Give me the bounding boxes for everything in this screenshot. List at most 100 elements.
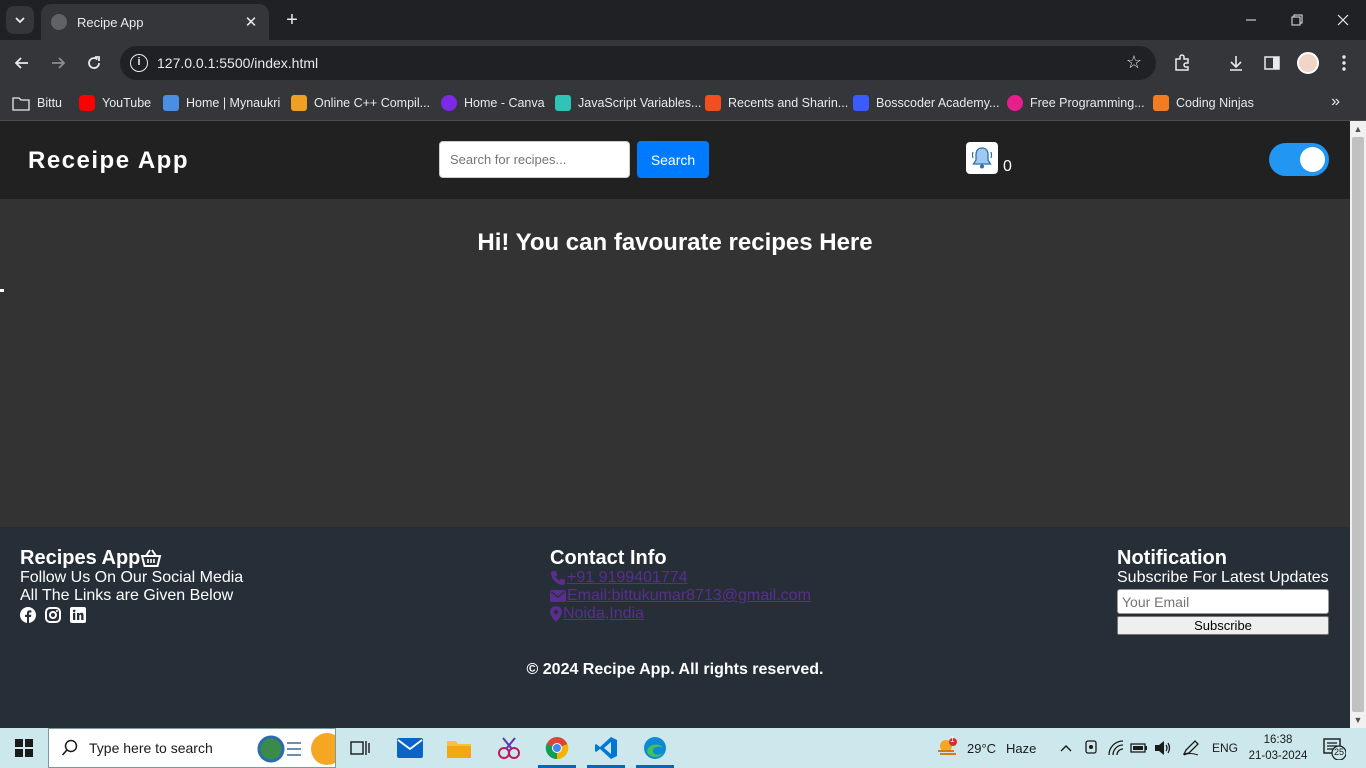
bookmark-item[interactable]: Bittu bbox=[12, 93, 62, 113]
taskbar-app-snipping[interactable] bbox=[486, 728, 532, 768]
language-text: ENG bbox=[1212, 741, 1239, 755]
show-hidden-icons[interactable] bbox=[1060, 728, 1072, 768]
linkedin-icon[interactable] bbox=[70, 607, 86, 623]
meet-now-icon[interactable] bbox=[1084, 728, 1098, 768]
footer-contact-title: Contact Info bbox=[550, 547, 667, 569]
scroll-marker bbox=[0, 289, 4, 292]
pen-menu-icon[interactable] bbox=[1182, 728, 1200, 768]
globe-icon bbox=[51, 14, 67, 30]
bookmark-star-icon[interactable]: ☆ bbox=[1126, 52, 1142, 73]
task-view-icon bbox=[350, 741, 370, 755]
notification-bell-button[interactable] bbox=[966, 142, 998, 174]
social-links bbox=[20, 607, 243, 623]
recipe-search-input[interactable] bbox=[439, 141, 630, 178]
footer-about: Recipes App Follow Us On Our Social Medi… bbox=[20, 547, 243, 623]
location-link[interactable]: Noida,India bbox=[550, 605, 811, 623]
scroll-thumb[interactable] bbox=[1352, 137, 1364, 712]
canva-icon bbox=[441, 95, 457, 111]
arrow-right-icon bbox=[52, 57, 66, 69]
info-icon[interactable]: i bbox=[130, 54, 148, 72]
email-link[interactable]: Email:bittukumar8713@gmail.com bbox=[550, 587, 811, 605]
instagram-icon[interactable] bbox=[45, 607, 61, 623]
network-icon[interactable] bbox=[1108, 728, 1124, 768]
vscode-icon bbox=[595, 737, 617, 759]
taskbar-search-placeholder: Type here to search bbox=[89, 740, 213, 756]
taskbar-app-chrome[interactable] bbox=[534, 728, 580, 768]
facebook-icon[interactable] bbox=[20, 607, 36, 623]
more-bookmarks-icon[interactable]: » bbox=[1331, 93, 1340, 111]
side-panel-icon[interactable] bbox=[1260, 51, 1284, 75]
figma-icon bbox=[705, 95, 721, 111]
close-window-button[interactable] bbox=[1320, 0, 1366, 40]
weather-haze-icon bbox=[938, 738, 957, 755]
phone-link[interactable]: +91 9199401774 bbox=[550, 569, 811, 587]
taskbar-app-vscode[interactable] bbox=[583, 728, 629, 768]
taskbar-app-edge[interactable] bbox=[632, 728, 678, 768]
bookmark-item[interactable]: Bosscoder Academy... bbox=[853, 93, 999, 113]
forward-button[interactable] bbox=[44, 49, 72, 77]
notification-center-button[interactable]: 25 bbox=[1322, 736, 1347, 761]
start-button[interactable] bbox=[0, 728, 48, 768]
browser-tab[interactable]: Recipe App ✕ bbox=[41, 4, 269, 40]
taskbar-search-box[interactable]: Type here to search bbox=[48, 728, 336, 768]
page-scrollbar[interactable]: ▲ ▼ bbox=[1350, 121, 1366, 728]
bookmark-label: Bosscoder Academy... bbox=[876, 96, 1000, 110]
scroll-up-arrow-icon[interactable]: ▲ bbox=[1350, 121, 1366, 137]
bosscoder-icon bbox=[853, 95, 869, 111]
subscribe-email-input[interactable] bbox=[1117, 589, 1329, 614]
search-button[interactable]: Search bbox=[637, 141, 709, 178]
taskbar-app-mail[interactable] bbox=[387, 728, 433, 768]
task-view-button[interactable] bbox=[337, 728, 383, 768]
restore-icon bbox=[1291, 14, 1303, 26]
close-icon bbox=[1337, 14, 1349, 26]
minimize-button[interactable] bbox=[1228, 0, 1274, 40]
bookmarks-bar: Bittu YouTube Home | Mynaukri Online C++… bbox=[0, 86, 1366, 121]
language-indicator[interactable]: ENG bbox=[1212, 728, 1238, 768]
scroll-down-arrow-icon[interactable]: ▼ bbox=[1350, 712, 1366, 728]
volume-icon[interactable] bbox=[1154, 728, 1172, 768]
close-tab-icon[interactable]: ✕ bbox=[243, 13, 259, 31]
new-tab-button[interactable]: + bbox=[280, 8, 304, 32]
bookmark-label: Home - Canva bbox=[464, 96, 545, 110]
profile-avatar[interactable] bbox=[1297, 52, 1319, 74]
bookmark-label: Coding Ninjas bbox=[1176, 96, 1254, 110]
bookmark-item[interactable]: Recents and Sharin... bbox=[705, 93, 848, 113]
phone-text: +91 9199401774 bbox=[567, 569, 688, 586]
bookmark-item[interactable]: Coding Ninjas bbox=[1153, 93, 1254, 113]
bookmark-item[interactable]: JavaScript Variables... bbox=[555, 93, 701, 113]
bookmark-item[interactable]: Free Programming... bbox=[1007, 93, 1145, 113]
url-text: 127.0.0.1:5500/index.html bbox=[157, 55, 319, 71]
favourites-heading: Hi! You can favourate recipes Here bbox=[477, 229, 873, 256]
tab-search-button[interactable] bbox=[6, 6, 34, 34]
bookmark-item[interactable]: Home - Canva bbox=[441, 93, 545, 113]
taskbar-app-file-explorer[interactable] bbox=[436, 728, 482, 768]
menu-kebab-icon[interactable] bbox=[1332, 51, 1356, 75]
weather-widget[interactable]: 1 29°C Haze bbox=[936, 728, 1036, 768]
footer-social-line2: All The Links are Given Below bbox=[20, 587, 234, 604]
location-text: Noida,India bbox=[563, 605, 644, 622]
notification-count: 0 bbox=[1003, 158, 1012, 175]
bookmark-item[interactable]: Home | Mynaukri bbox=[163, 93, 280, 113]
address-bar[interactable]: i 127.0.0.1:5500/index.html ☆ bbox=[120, 46, 1156, 80]
theme-toggle[interactable] bbox=[1269, 143, 1329, 176]
app-brand[interactable]: Receipe App bbox=[28, 147, 189, 175]
reload-button[interactable] bbox=[80, 49, 108, 77]
subscribe-button[interactable]: Subscribe bbox=[1117, 616, 1329, 635]
reload-icon bbox=[88, 56, 100, 69]
footer-social-line1: Follow Us On Our Social Media bbox=[20, 569, 244, 586]
bookmark-item[interactable]: Online C++ Compil... bbox=[291, 93, 430, 113]
chevron-down-icon bbox=[15, 17, 25, 24]
extensions-icon[interactable] bbox=[1170, 51, 1194, 75]
coding-ninjas-icon bbox=[1153, 95, 1169, 111]
download-icon[interactable] bbox=[1224, 51, 1248, 75]
system-clock[interactable]: 16:38 21-03-2024 bbox=[1247, 732, 1309, 764]
basket-icon bbox=[141, 549, 162, 567]
bell-icon bbox=[971, 147, 993, 169]
chevron-up-icon bbox=[1060, 745, 1072, 752]
back-button[interactable] bbox=[8, 49, 36, 77]
edge-icon bbox=[644, 737, 666, 759]
restore-button[interactable] bbox=[1274, 0, 1320, 40]
battery-icon[interactable] bbox=[1130, 728, 1148, 768]
bookmark-item[interactable]: YouTube bbox=[79, 93, 151, 113]
minimize-icon bbox=[1246, 19, 1256, 21]
